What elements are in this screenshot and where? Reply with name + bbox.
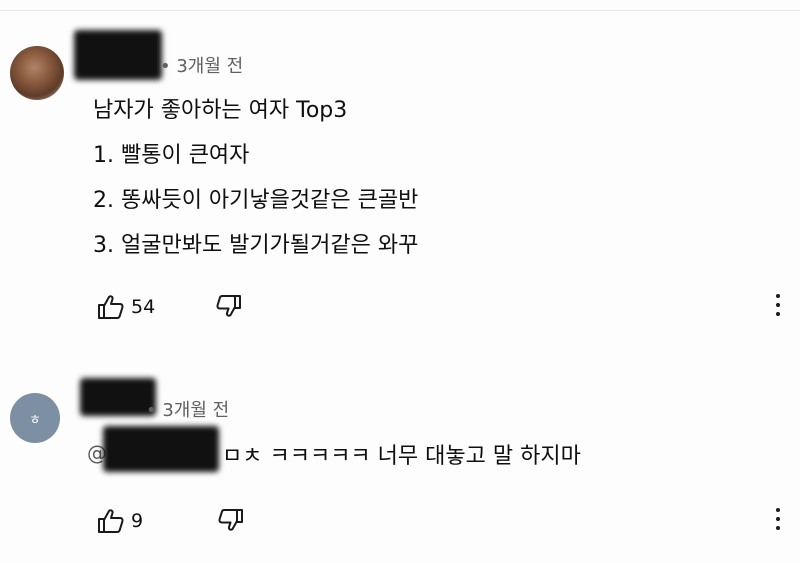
like-count: 9 [131, 510, 144, 532]
like-button[interactable]: 9 [97, 508, 143, 534]
avatar[interactable]: ㅎ [10, 393, 60, 443]
redacted-username [74, 30, 162, 80]
comments-page: • 3개월 전 남자가 좋아하는 여자 Top3 1. 빨통이 큰여자 2. 똥… [0, 0, 800, 563]
like-count: 54 [131, 296, 156, 318]
like-button[interactable]: 54 [97, 294, 155, 320]
dislike-button[interactable] [218, 508, 244, 532]
avatar[interactable] [10, 46, 64, 100]
thumbs-down-icon [216, 294, 242, 318]
thumbs-up-icon [97, 294, 125, 320]
comment-text: ㅁㅊ ㅋㅋㅋㅋㅋ 너무 대놓고 말 하지마 [222, 444, 581, 469]
redacted-mention [103, 426, 219, 472]
comment-text-line: 2. 똥싸듯이 아기낳을것같은 큰골반 [93, 188, 419, 213]
comment-text-line: 남자가 좋아하는 여자 Top3 [93, 98, 348, 123]
thumbs-down-icon [218, 508, 244, 532]
more-vert-icon [776, 508, 780, 512]
comment-timestamp: • 3개월 전 [146, 400, 230, 421]
more-options-button[interactable] [768, 294, 788, 316]
more-vert-icon [776, 294, 780, 298]
divider [0, 10, 800, 11]
redacted-username [80, 378, 156, 416]
comment-text-line: 1. 빨통이 큰여자 [93, 143, 250, 168]
thumbs-up-icon [97, 508, 125, 534]
comment-text-line: 3. 얼굴만봐도 발기가될거같은 와꾸 [93, 233, 419, 258]
dislike-button[interactable] [216, 294, 242, 318]
comment-timestamp: • 3개월 전 [160, 56, 244, 77]
more-options-button[interactable] [768, 508, 788, 530]
